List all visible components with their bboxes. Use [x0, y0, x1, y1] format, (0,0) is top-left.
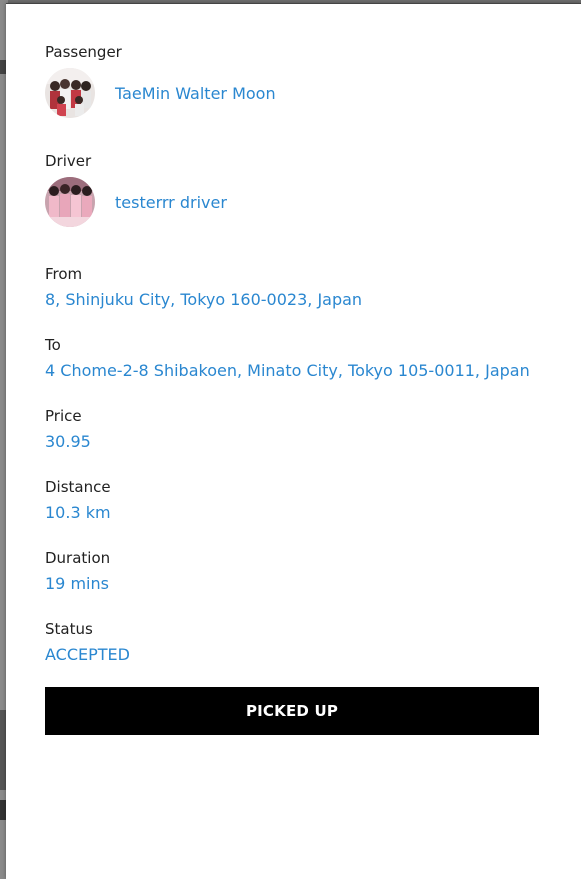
- status-label: Status: [45, 620, 93, 638]
- passenger-row: TaeMin Walter Moon: [45, 68, 539, 118]
- passenger-label: Passenger: [45, 43, 122, 61]
- ride-details-panel: Passenger TaeMin Walter Moon Driver test…: [6, 3, 581, 879]
- status-field: Status ACCEPTED: [45, 619, 539, 666]
- status-badge: ACCEPTED: [45, 645, 130, 664]
- picked-up-button[interactable]: PICKED UP: [45, 687, 539, 735]
- distance-field: Distance 10.3 km: [45, 477, 539, 524]
- driver-avatar-image: [45, 177, 95, 227]
- driver-label: Driver: [45, 152, 92, 170]
- to-field: To 4 Chome-2-8 Shibakoen, Minato City, T…: [45, 335, 539, 382]
- ride-details-content: Passenger TaeMin Walter Moon Driver test…: [45, 42, 539, 690]
- passenger-avatar-image: [45, 68, 95, 118]
- distance-value: 10.3 km: [45, 503, 111, 522]
- price-label: Price: [45, 407, 82, 425]
- passenger-name-link[interactable]: TaeMin Walter Moon: [115, 84, 276, 103]
- driver-name-link[interactable]: testerrr driver: [115, 193, 227, 212]
- driver-avatar[interactable]: [45, 177, 95, 227]
- duration-label: Duration: [45, 549, 111, 567]
- from-field: From 8, Shinjuku City, Tokyo 160-0023, J…: [45, 264, 539, 311]
- passenger-avatar[interactable]: [45, 68, 95, 118]
- driver-row: testerrr driver: [45, 177, 539, 227]
- duration-field: Duration 19 mins: [45, 548, 539, 595]
- duration-value: 19 mins: [45, 574, 109, 593]
- distance-label: Distance: [45, 478, 111, 496]
- price-value: 30.95: [45, 432, 91, 451]
- passenger-section: Passenger TaeMin Walter Moon: [45, 42, 539, 118]
- price-field: Price 30.95: [45, 406, 539, 453]
- from-label: From: [45, 265, 83, 283]
- from-value: 8, Shinjuku City, Tokyo 160-0023, Japan: [45, 290, 363, 309]
- driver-section: Driver testerrr driver: [45, 151, 539, 227]
- to-label: To: [45, 336, 61, 354]
- to-value: 4 Chome-2-8 Shibakoen, Minato City, Toky…: [45, 361, 530, 380]
